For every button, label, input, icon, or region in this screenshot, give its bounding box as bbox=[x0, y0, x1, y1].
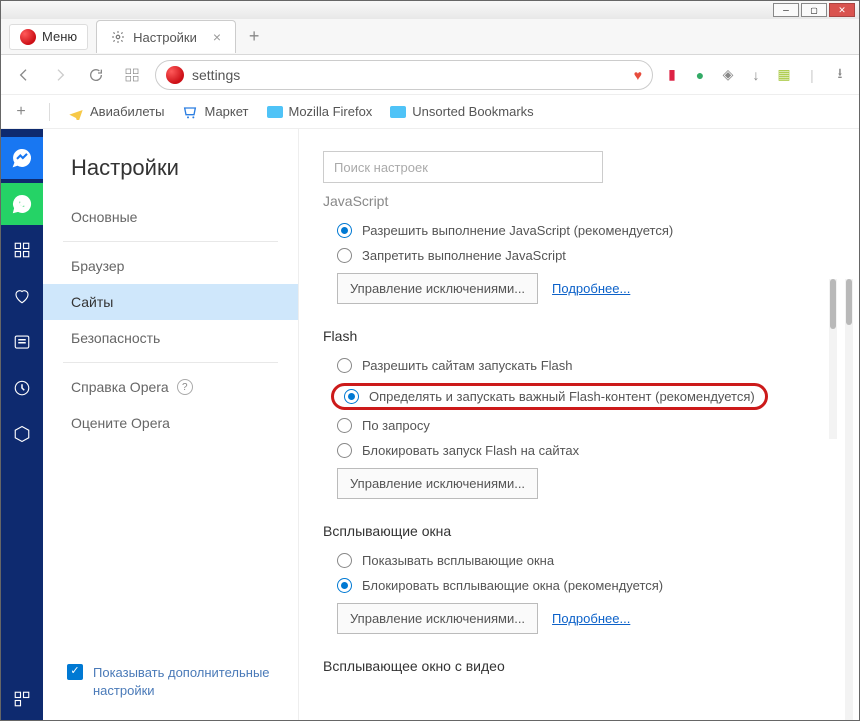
radio-js-allow[interactable]: Разрешить выполнение JavaScript (рекомен… bbox=[337, 223, 835, 238]
section-title-video: Всплывающее окно с видео bbox=[323, 658, 835, 674]
rail-bookmarks[interactable] bbox=[1, 275, 43, 317]
bookmarks-bar: + Авиабилеты Маркет Mozilla Firefox Unso… bbox=[1, 95, 859, 129]
sidebar-item-browser[interactable]: Браузер bbox=[43, 248, 298, 284]
bookmark-aviabilety[interactable]: Авиабилеты bbox=[68, 104, 164, 120]
highlight-oval: Определять и запускать важный Flash-конт… bbox=[331, 383, 768, 410]
radio-popups-block[interactable]: Блокировать всплывающие окна (рекомендуе… bbox=[337, 578, 835, 593]
new-tab-button[interactable]: + bbox=[242, 25, 266, 49]
opera-o-icon bbox=[166, 66, 184, 84]
content-area: Настройки Основные Браузер Сайты Безопас… bbox=[1, 129, 859, 720]
radio-js-block[interactable]: Запретить выполнение JavaScript bbox=[337, 248, 835, 263]
folder-icon bbox=[267, 106, 283, 118]
window-minimize-button[interactable] bbox=[773, 3, 799, 17]
nav-back-button[interactable] bbox=[11, 62, 37, 88]
downloads-tray-icon[interactable]: ⭳ bbox=[831, 66, 849, 84]
settings-title: Настройки bbox=[43, 155, 298, 199]
nav-reload-button[interactable] bbox=[83, 62, 109, 88]
ext-globe-icon[interactable]: ● bbox=[691, 66, 709, 84]
page-scrollbar[interactable] bbox=[845, 279, 853, 720]
sidebar-item-sites[interactable]: Сайты bbox=[43, 284, 298, 320]
window-maximize-button[interactable] bbox=[801, 3, 827, 17]
section-popups: Всплывающие окна Показывать всплывающие … bbox=[323, 523, 835, 634]
ext-adblock-icon[interactable]: ▮ bbox=[663, 66, 681, 84]
bookmark-heart-icon[interactable]: ♥ bbox=[634, 67, 642, 83]
tab-close-icon[interactable]: × bbox=[213, 29, 221, 45]
sidebar-help[interactable]: Справка Opera ? bbox=[43, 369, 298, 405]
ext-shield-icon[interactable]: ◈ bbox=[719, 66, 737, 84]
bookmark-mozilla[interactable]: Mozilla Firefox bbox=[267, 104, 373, 119]
plane-icon bbox=[68, 104, 84, 120]
radio-icon bbox=[337, 553, 352, 568]
speed-dial-button[interactable] bbox=[119, 62, 145, 88]
nav-forward-button[interactable] bbox=[47, 62, 73, 88]
section-flash: Flash Разрешить сайтам запускать Flash О… bbox=[323, 328, 835, 499]
window-close-button[interactable] bbox=[829, 3, 855, 17]
sidebar-item-security[interactable]: Безопасность bbox=[43, 320, 298, 356]
extension-icons: ▮ ● ◈ ↓ ▦ | ⭳ bbox=[663, 66, 849, 84]
tab-title: Настройки bbox=[133, 30, 197, 45]
section-video-popup: Всплывающее окно с видео bbox=[323, 658, 835, 674]
radio-icon bbox=[337, 418, 352, 433]
rail-messenger[interactable] bbox=[1, 137, 43, 179]
settings-search-input[interactable]: Поиск настроек bbox=[323, 151, 603, 183]
opera-logo-icon bbox=[20, 29, 36, 45]
rail-speed-dial[interactable] bbox=[1, 229, 43, 271]
ext-download-icon[interactable]: ↓ bbox=[747, 66, 765, 84]
bookmark-add-button[interactable]: + bbox=[11, 103, 31, 121]
cart-icon bbox=[182, 104, 198, 120]
radio-checked-icon bbox=[337, 578, 352, 593]
radio-flash-block[interactable]: Блокировать запуск Flash на сайтах bbox=[337, 443, 835, 458]
popups-more-link[interactable]: Подробнее... bbox=[552, 611, 630, 626]
rail-history[interactable] bbox=[1, 367, 43, 409]
radio-icon bbox=[337, 248, 352, 263]
show-advanced-checkbox[interactable]: ✓ Показывать дополнительные настройки bbox=[43, 644, 298, 720]
checkbox-checked-icon: ✓ bbox=[67, 664, 83, 680]
tab-settings[interactable]: Настройки × bbox=[96, 20, 236, 53]
gear-icon bbox=[111, 30, 125, 44]
flash-manage-exceptions-button[interactable]: Управление исключениями... bbox=[337, 468, 538, 499]
toolbar: settings ♥ ▮ ● ◈ ↓ ▦ | ⭳ bbox=[1, 55, 859, 95]
radio-flash-ask[interactable]: По запросу bbox=[337, 418, 835, 433]
js-more-link[interactable]: Подробнее... bbox=[552, 281, 630, 296]
opera-menu-button[interactable]: Меню bbox=[9, 24, 88, 50]
bookmark-unsorted[interactable]: Unsorted Bookmarks bbox=[390, 104, 533, 119]
help-icon: ? bbox=[177, 379, 193, 395]
sidebar-item-basic[interactable]: Основные bbox=[43, 199, 298, 235]
section-title-flash: Flash bbox=[323, 328, 835, 344]
panel-scrollbar[interactable] bbox=[829, 279, 837, 439]
radio-popups-show[interactable]: Показывать всплывающие окна bbox=[337, 553, 835, 568]
bookmark-market[interactable]: Маркет bbox=[182, 104, 248, 120]
radio-flash-detect-label[interactable]: Определять и запускать важный Flash-конт… bbox=[369, 389, 755, 404]
address-text: settings bbox=[192, 67, 240, 83]
section-javascript: JavaScript Разрешить выполнение JavaScri… bbox=[323, 193, 835, 304]
radio-flash-allow[interactable]: Разрешить сайтам запускать Flash bbox=[337, 358, 835, 373]
ext-android-icon[interactable]: ▦ bbox=[775, 66, 793, 84]
radio-icon bbox=[337, 443, 352, 458]
address-bar[interactable]: settings ♥ bbox=[155, 60, 653, 90]
settings-main: Поиск настроек JavaScript Разрешить выпо… bbox=[299, 129, 859, 720]
popups-manage-exceptions-button[interactable]: Управление исключениями... bbox=[337, 603, 538, 634]
rail-whatsapp[interactable] bbox=[1, 183, 43, 225]
window-titlebar bbox=[1, 1, 859, 19]
radio-icon bbox=[337, 358, 352, 373]
settings-sidebar: Настройки Основные Браузер Сайты Безопас… bbox=[43, 129, 299, 720]
js-manage-exceptions-button[interactable]: Управление исключениями... bbox=[337, 273, 538, 304]
opera-menu-label: Меню bbox=[42, 29, 77, 44]
rail-extensions[interactable] bbox=[1, 413, 43, 455]
window-frame: Меню Настройки × + settings ♥ ▮ ● ◈ ↓ ▦ … bbox=[0, 0, 860, 721]
radio-checked-icon bbox=[337, 223, 352, 238]
rail-news[interactable] bbox=[1, 321, 43, 363]
sidebar-rail bbox=[1, 129, 43, 720]
rail-settings[interactable] bbox=[1, 678, 43, 720]
sidebar-rate[interactable]: Оцените Opera bbox=[43, 405, 298, 441]
section-title-popups: Всплывающие окна bbox=[323, 523, 835, 539]
section-title-js: JavaScript bbox=[323, 193, 835, 209]
folder-icon bbox=[390, 106, 406, 118]
tab-bar: Меню Настройки × + bbox=[1, 19, 859, 55]
radio-checked-icon bbox=[344, 389, 359, 404]
